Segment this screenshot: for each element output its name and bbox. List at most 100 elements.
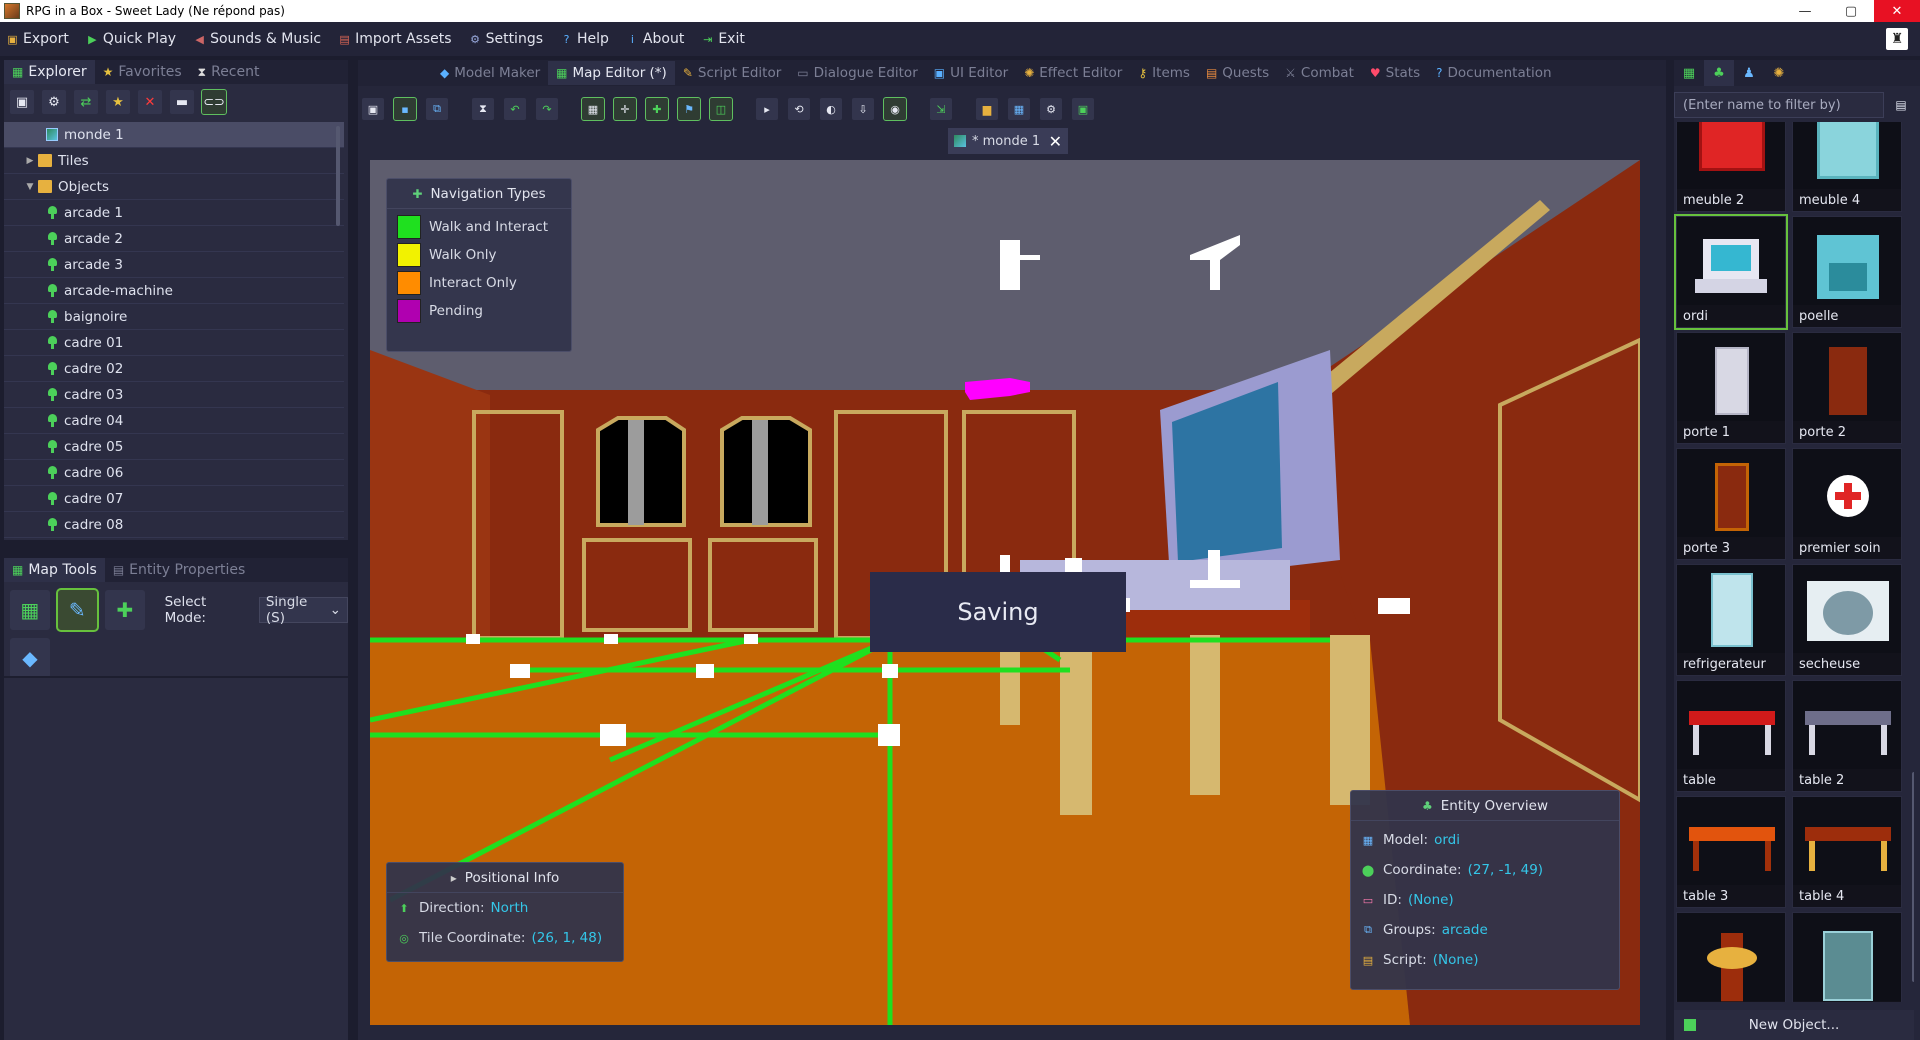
tab-ui-editor[interactable]: ▣ UI Editor — [926, 61, 1016, 85]
tab-effects[interactable]: ✺ — [1764, 60, 1794, 86]
menu-import-assets[interactable]: ▤ Import Assets — [338, 31, 451, 47]
close-icon[interactable]: ✕ — [1049, 132, 1062, 151]
settings-button[interactable]: ⚙ — [42, 90, 66, 114]
tree-folder-objects[interactable]: ▼ Objects — [4, 174, 344, 200]
menu-quick-play[interactable]: ▶ Quick Play — [86, 31, 176, 47]
camera-down-button[interactable]: ⇩ — [852, 98, 874, 120]
asset-tile[interactable]: poelle — [1792, 216, 1902, 328]
tab-script-editor[interactable]: ✎ Script Editor — [675, 61, 789, 85]
camera-follow-button[interactable]: ◉ — [883, 97, 907, 121]
asset-tile[interactable]: table 4 — [1792, 796, 1902, 908]
character-icon[interactable]: ♜ — [1886, 28, 1908, 50]
folder-button[interactable]: ▆ — [976, 98, 998, 120]
tab-tiles[interactable]: ▦ — [1674, 60, 1704, 86]
map-viewport[interactable]: Saving ✚ Navigation Types Walk and Intera… — [370, 160, 1640, 1025]
tab-combat[interactable]: ⚔ Combat — [1277, 61, 1362, 85]
tab-effect-editor[interactable]: ✺ Effect Editor — [1016, 61, 1130, 85]
menu-help[interactable]: ? Help — [560, 31, 609, 47]
new-object-button[interactable]: New Object... — [1674, 1010, 1914, 1040]
select-mode-dropdown[interactable]: Single (S) ⌄ — [258, 594, 348, 626]
asset-tile[interactable]: porte 1 — [1676, 332, 1786, 444]
flag-toggle-button[interactable]: ⚑ — [677, 97, 701, 121]
time-button[interactable]: ⧗ — [472, 98, 494, 120]
export-map-button[interactable]: ▣ — [1072, 98, 1094, 120]
new-button[interactable]: ▣ — [362, 98, 384, 120]
asset-tile[interactable] — [1676, 912, 1786, 1002]
tab-dialogue-editor[interactable]: ▭ Dialogue Editor — [789, 61, 925, 85]
navigation-tool[interactable]: ✚ — [105, 590, 145, 630]
asset-tile[interactable]: table — [1676, 680, 1786, 792]
menu-settings[interactable]: ⚙ Settings — [469, 31, 543, 47]
menu-export[interactable]: ▣ Export — [6, 31, 69, 47]
link-button[interactable]: ⊂⊃ — [201, 89, 227, 115]
asset-tile[interactable] — [1792, 912, 1902, 1002]
tab-documentation[interactable]: ? Documentation — [1428, 61, 1559, 85]
tree-item-object[interactable]: arcade 1 — [4, 200, 344, 226]
delete-button[interactable]: ✕ — [138, 90, 162, 114]
tree-item-object[interactable]: cadre 06 — [4, 460, 344, 486]
asset-tile[interactable]: table 3 — [1676, 796, 1786, 908]
map-settings-button[interactable]: ⚙ — [1040, 98, 1062, 120]
asset-tile[interactable]: table 2 — [1792, 680, 1902, 792]
asset-tile[interactable]: meuble 2 — [1676, 122, 1786, 212]
tree-item-object[interactable]: cadre 02 — [4, 356, 344, 382]
tree-item-object[interactable]: cadre 03 — [4, 382, 344, 408]
tab-entity-properties[interactable]: ▤ Entity Properties — [105, 558, 253, 582]
document-tab[interactable]: * monde 1 ✕ — [948, 128, 1068, 154]
asset-tile[interactable]: porte 2 — [1792, 332, 1902, 444]
edit-tool[interactable]: ✎ — [55, 588, 100, 632]
asset-tile[interactable]: secheuse — [1792, 564, 1902, 676]
tree-scrollbar[interactable] — [336, 126, 340, 226]
redo-button[interactable]: ↷ — [536, 98, 558, 120]
tree-item-object[interactable]: arcade-machine — [4, 278, 344, 304]
paint-bucket-tool[interactable]: ◆ — [10, 638, 50, 678]
camera-180-button[interactable]: ◐ — [820, 98, 842, 120]
filter-options-button[interactable]: ▤ — [1890, 92, 1912, 118]
close-button[interactable]: ✕ — [1874, 0, 1920, 22]
asset-tile[interactable]: meuble 4 — [1792, 122, 1902, 212]
tab-objects[interactable]: ♣ — [1704, 60, 1734, 86]
tab-favorites[interactable]: ★ Favorites — [95, 60, 190, 84]
teleport-button[interactable]: ⇲ — [930, 98, 952, 120]
menu-exit[interactable]: ⇥ Exit — [701, 31, 745, 47]
tree-item-map[interactable]: monde 1 — [4, 122, 344, 148]
navigation-toggle-button[interactable]: ✚ — [645, 97, 669, 121]
undo-button[interactable]: ↶ — [504, 98, 526, 120]
tab-map-editor[interactable]: ▦ Map Editor (*) — [548, 61, 675, 85]
tree-item-object[interactable]: arcade 2 — [4, 226, 344, 252]
tree-item-object[interactable]: arcade 3 — [4, 252, 344, 278]
tab-explorer[interactable]: ▦ Explorer — [4, 60, 95, 84]
collapse-button[interactable]: ▬ — [170, 90, 194, 114]
asset-tile[interactable]: porte 3 — [1676, 448, 1786, 560]
minimize-button[interactable]: — — [1782, 0, 1828, 22]
asset-tile[interactable]: premier soin — [1792, 448, 1902, 560]
asset-scrollbar[interactable] — [1912, 772, 1914, 982]
asset-tile[interactable]: refrigerateur — [1676, 564, 1786, 676]
tree-item-object[interactable]: cadre 07 — [4, 486, 344, 512]
tree-item-object[interactable]: cadre 05 — [4, 434, 344, 460]
save-button[interactable]: ▪ — [393, 97, 417, 121]
tree-item-object[interactable]: cadre 04 — [4, 408, 344, 434]
menu-about[interactable]: i About — [626, 31, 684, 47]
asset-tile[interactable]: ordi — [1674, 214, 1788, 330]
cursor-toggle-button[interactable]: ✛ — [613, 97, 637, 121]
save-as-button[interactable]: ⧉ — [426, 98, 448, 120]
layers-button[interactable]: ▦ — [1008, 98, 1030, 120]
favorite-button[interactable]: ★ — [106, 90, 130, 114]
tab-model-maker[interactable]: ◆ Model Maker — [432, 61, 548, 85]
asset-filter-input[interactable]: (Enter name to filter by) — [1674, 92, 1884, 118]
tree-folder-tiles[interactable]: ▶ Tiles — [4, 148, 344, 174]
tab-characters[interactable]: ♟ — [1734, 60, 1764, 86]
place-tile-tool[interactable]: ▦ — [10, 590, 50, 630]
box-toggle-button[interactable]: ◫ — [709, 97, 733, 121]
new-map-button[interactable]: ▣ — [10, 90, 34, 114]
menu-sounds-music[interactable]: ◀ Sounds & Music — [193, 31, 321, 47]
tab-quests[interactable]: ▤ Quests — [1198, 61, 1277, 85]
maximize-button[interactable]: ▢ — [1828, 0, 1874, 22]
tree-item-object[interactable]: cadre 08 — [4, 512, 344, 538]
tab-stats[interactable]: ♥ Stats — [1362, 61, 1428, 85]
tree-item-object[interactable]: baignoire — [4, 304, 344, 330]
tab-items[interactable]: ⚷ Items — [1130, 61, 1198, 85]
camera-button[interactable]: ▸ — [756, 98, 778, 120]
tab-map-tools[interactable]: ▦ Map Tools — [4, 558, 105, 582]
